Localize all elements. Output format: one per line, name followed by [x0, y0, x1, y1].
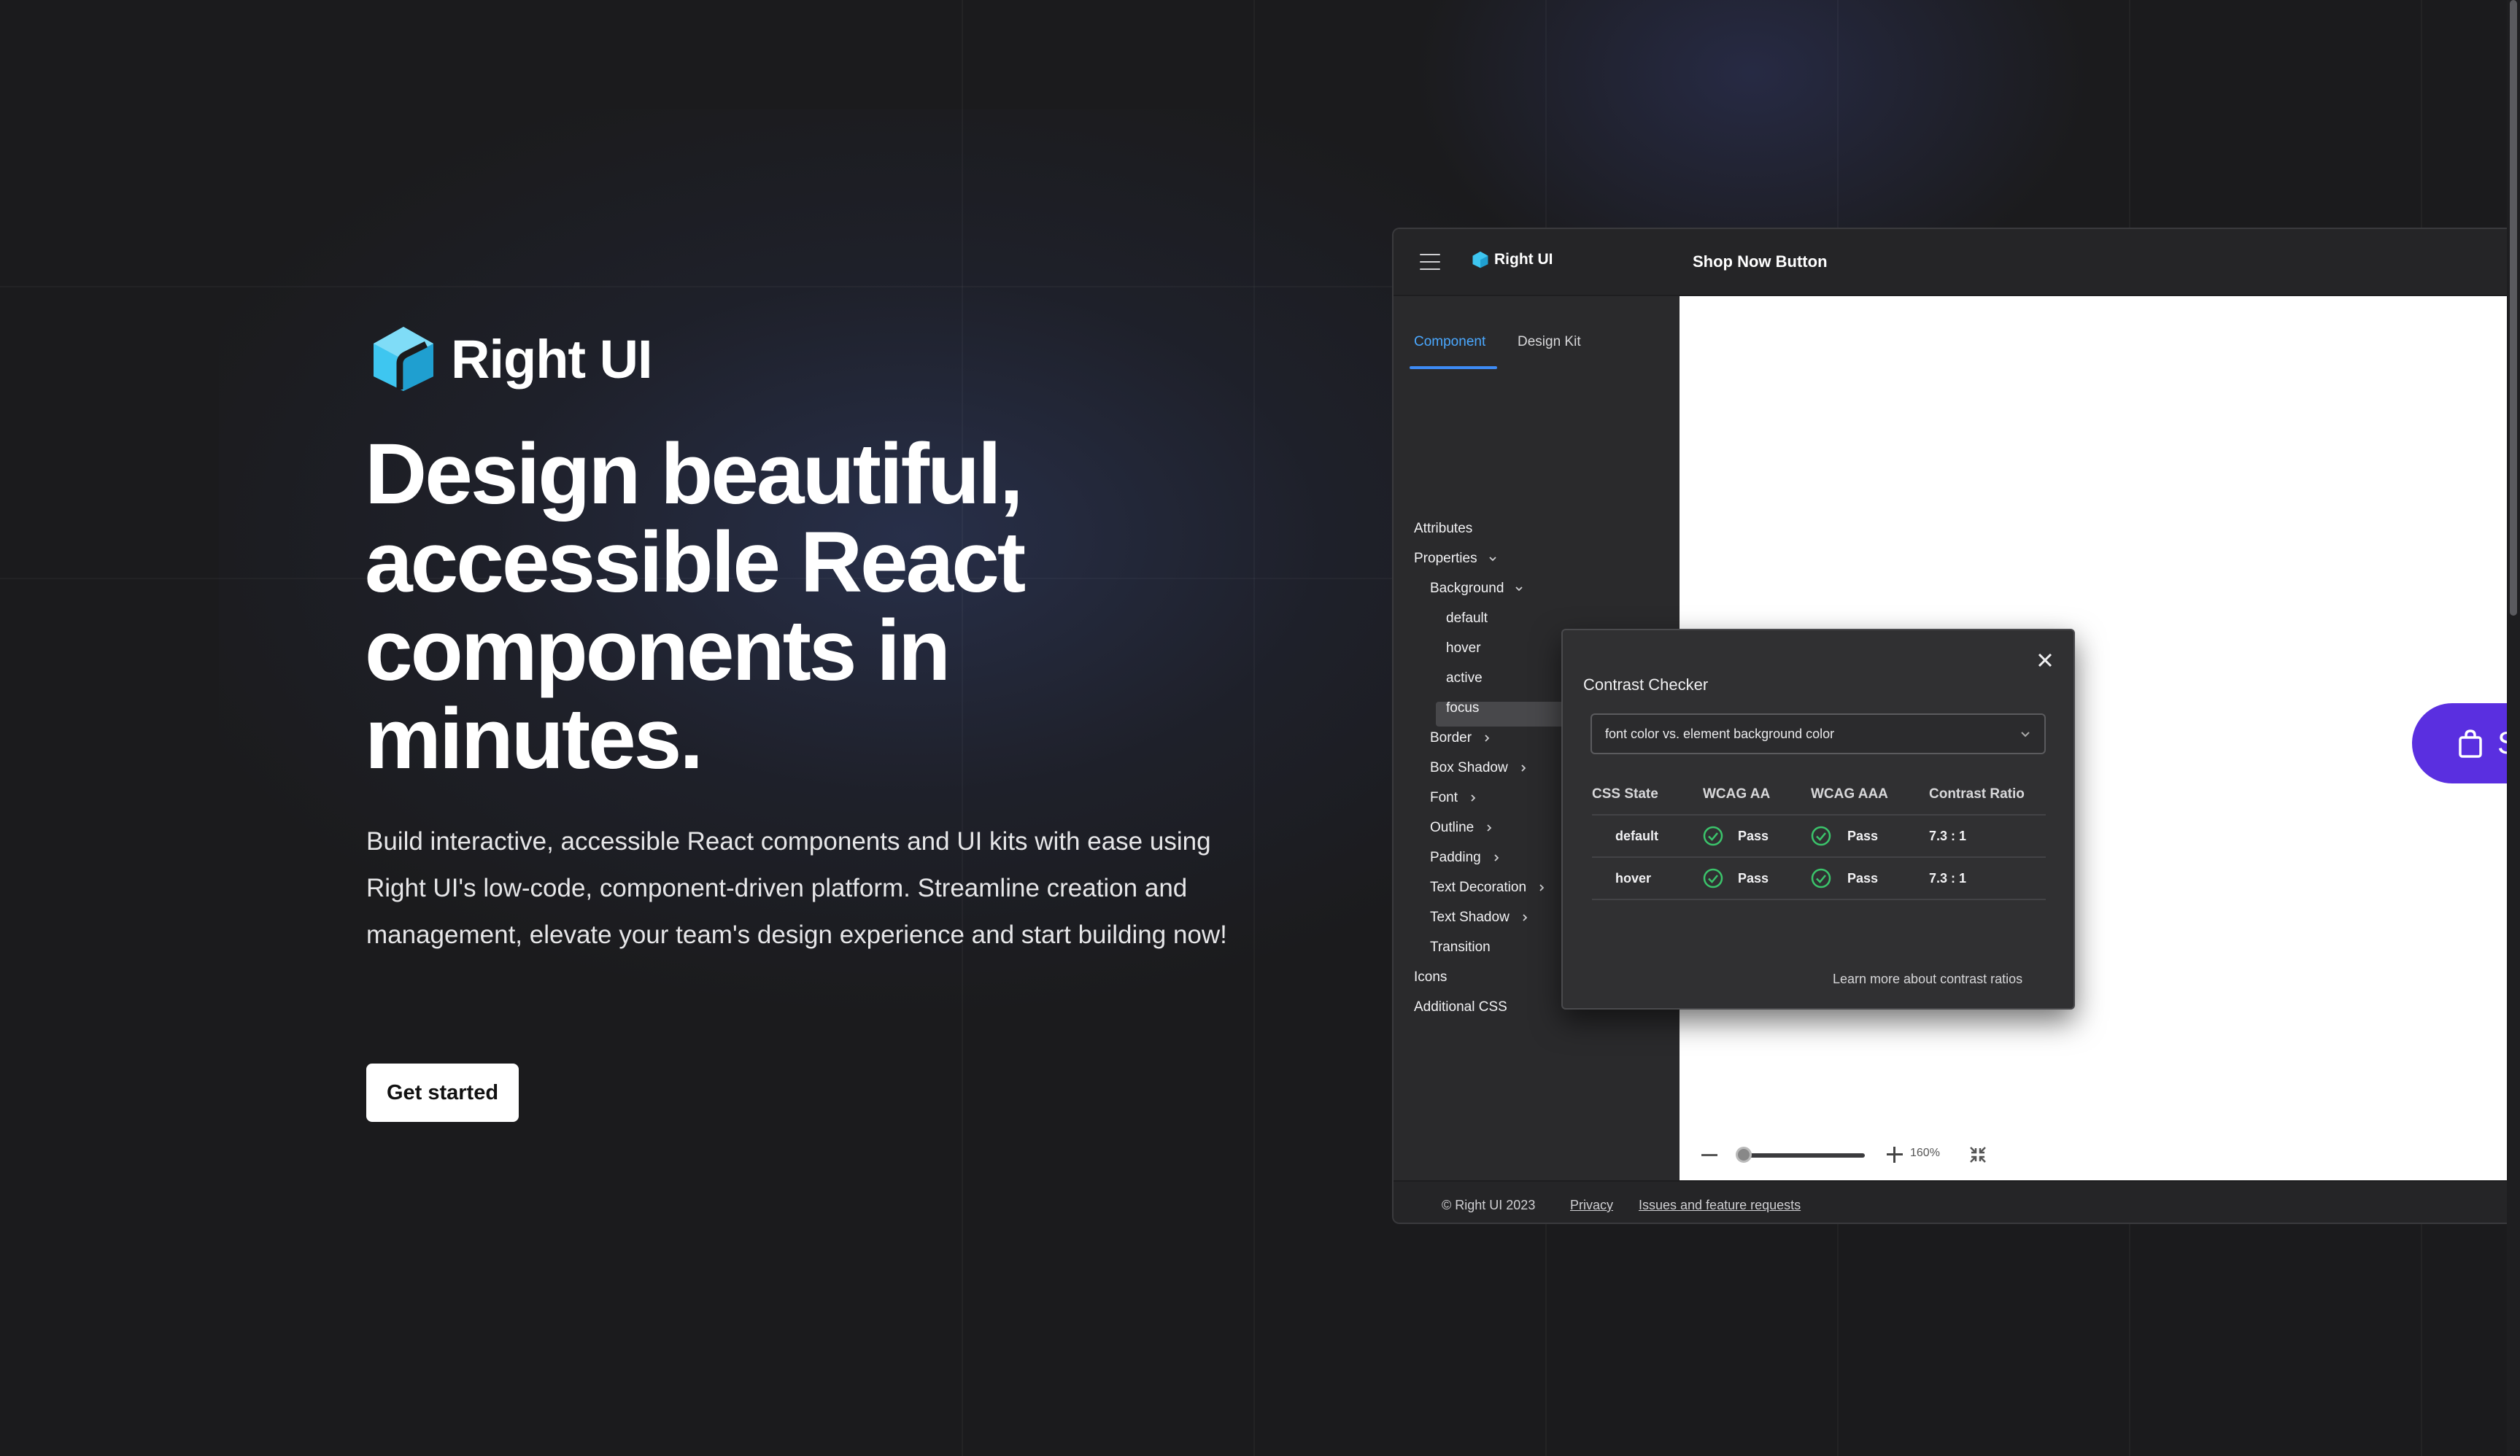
hero-subtext: Build interactive, accessible React comp…	[366, 827, 1227, 949]
sidebar-item-attributes[interactable]: Attributes	[1414, 518, 1472, 540]
sidebar-item-active[interactable]: active	[1446, 667, 1483, 689]
wcag-aa-cell: Pass	[1738, 829, 1769, 843]
sidebar-item-transition[interactable]: Transition	[1430, 937, 1491, 959]
tab-design-kit[interactable]: Design Kit	[1518, 334, 1581, 350]
grid-line	[1253, 0, 1255, 1456]
divider	[1592, 814, 2046, 816]
wcag-aaa-cell: Pass	[1847, 829, 1879, 843]
shopping-bag-icon	[2459, 729, 2482, 758]
privacy-link[interactable]: Privacy	[1570, 1198, 1613, 1213]
state-cell: hover	[1615, 871, 1652, 886]
component-title: Shop Now Button	[1693, 252, 1828, 271]
sidebar-item-default[interactable]: default	[1446, 608, 1488, 630]
sidebar-item-label: focus	[1446, 700, 1480, 716]
sidebar-item-label: Text Decoration	[1430, 880, 1527, 895]
sidebar-item-label: Transition	[1430, 940, 1491, 955]
sidebar-item-label: Additional CSS	[1414, 999, 1507, 1015]
app-footer: © Right UI 2023 Privacy Issues and featu…	[1394, 1180, 2520, 1223]
copyright: © Right UI 2023	[1442, 1198, 1536, 1212]
hero-headline: Design beautiful, accessible React compo…	[365, 426, 1026, 787]
get-started-button[interactable]: Get started	[366, 1064, 519, 1122]
sidebar-item-label: Icons	[1414, 969, 1448, 985]
zoom-slider-handle[interactable]	[1736, 1147, 1752, 1163]
zoom-out-icon[interactable]	[1701, 1154, 1717, 1156]
divider	[1592, 899, 2046, 900]
sidebar-item-additional-css[interactable]: Additional CSS	[1414, 996, 1507, 1018]
sidebar-item-hover[interactable]: hover	[1446, 638, 1481, 659]
column-header: WCAG AA	[1703, 786, 1771, 802]
select-value: font color vs. element background color	[1605, 727, 1835, 741]
contrast-checker-dialog: Contrast Checker font color vs. element …	[1561, 629, 2075, 1010]
state-cell: default	[1615, 829, 1659, 843]
chevron-right-icon	[1539, 884, 1545, 891]
app-logo[interactable]: Right UI	[1472, 251, 1553, 268]
sidebar-item-label: default	[1446, 611, 1488, 626]
chevron-right-icon	[1523, 914, 1528, 921]
ratio-cell: 7.3 : 1	[1929, 829, 1967, 843]
zoom-slider[interactable]	[1738, 1153, 1865, 1158]
check-circle-icon	[1811, 826, 1831, 846]
sidebar-item-border[interactable]: Border	[1430, 727, 1492, 749]
chevron-right-icon	[1471, 794, 1476, 802]
sidebar-item-label: Properties	[1414, 551, 1477, 566]
divider	[1592, 856, 2046, 858]
close-icon[interactable]	[2036, 651, 2055, 670]
wcag-aaa-cell: Pass	[1847, 871, 1879, 886]
chevron-down-icon	[1488, 557, 1496, 562]
chevron-right-icon	[1485, 735, 1490, 742]
sidebar-item-box-shadow[interactable]: Box Shadow	[1430, 757, 1528, 779]
chevron-right-icon	[1521, 764, 1526, 772]
sidebar-item-text-decoration[interactable]: Text Decoration	[1430, 877, 1547, 899]
cube-logo-icon	[1472, 251, 1488, 268]
column-header: WCAG AAA	[1811, 786, 1888, 802]
sidebar-item-label: Border	[1430, 730, 1472, 746]
hamburger-menu-icon[interactable]	[1420, 254, 1440, 270]
zoom-level: 160%	[1910, 1147, 1940, 1159]
sidebar-item-label: Outline	[1430, 820, 1474, 835]
cube-logo-icon	[374, 327, 433, 391]
check-circle-icon	[1703, 826, 1723, 846]
app-header: Right UI Shop Now Button	[1394, 229, 2520, 296]
brand-logo: Right UI	[372, 325, 653, 392]
wcag-aa-cell: Pass	[1738, 871, 1769, 886]
sidebar-item-label: Text Shadow	[1430, 910, 1510, 925]
sidebar-item-text-shadow[interactable]: Text Shadow	[1430, 907, 1530, 929]
sidebar-item-label: active	[1446, 670, 1483, 686]
sidebar-item-background[interactable]: Background	[1430, 578, 1524, 600]
scrollbar-thumb[interactable]	[2510, 0, 2517, 616]
chevron-down-icon	[1515, 586, 1523, 592]
sidebar-item-icons[interactable]: Icons	[1414, 967, 1447, 988]
chevron-right-icon	[1494, 854, 1499, 861]
sidebar-item-font[interactable]: Font	[1430, 787, 1478, 809]
comparison-select[interactable]: font color vs. element background color	[1591, 713, 2046, 754]
sidebar-item-label: hover	[1446, 640, 1481, 656]
sidebar-item-label: Padding	[1430, 850, 1481, 865]
sidebar-item-outline[interactable]: Outline	[1430, 817, 1494, 839]
sidebar-item-label: Background	[1430, 581, 1504, 596]
sidebar-item-label: Font	[1430, 790, 1458, 805]
active-tab-indicator	[1410, 366, 1497, 369]
sidebar-item-label: Box Shadow	[1430, 760, 1508, 775]
issues-link[interactable]: Issues and feature requests	[1639, 1198, 1801, 1213]
check-circle-icon	[1703, 868, 1723, 888]
sidebar-item-properties[interactable]: Properties	[1414, 548, 1498, 570]
app-logo-name: Right UI	[1494, 251, 1553, 268]
zoom-controls: 160%	[1680, 1132, 2520, 1180]
column-header: Contrast Ratio	[1929, 786, 2025, 802]
dialog-title: Contrast Checker	[1583, 675, 1709, 694]
check-circle-icon	[1811, 868, 1831, 888]
sidebar-item-label: Attributes	[1414, 521, 1473, 536]
ratio-cell: 7.3 : 1	[1929, 871, 1967, 886]
tab-component[interactable]: Component	[1414, 334, 1485, 350]
column-header: CSS State	[1592, 786, 1658, 802]
sidebar-item-padding[interactable]: Padding	[1430, 847, 1501, 869]
learn-more-link[interactable]: Learn more about contrast ratios	[1833, 972, 2022, 987]
chevron-down-icon	[2021, 732, 2030, 737]
fit-to-screen-icon[interactable]	[1968, 1145, 1987, 1164]
brand-name: Right UI	[451, 328, 653, 390]
chevron-right-icon	[1487, 824, 1492, 832]
sidebar-item-focus[interactable]: focus	[1446, 697, 1479, 719]
shop-now-button[interactable]: SHOP NOW	[2412, 703, 2520, 783]
zoom-in-icon[interactable]	[1887, 1147, 1903, 1163]
